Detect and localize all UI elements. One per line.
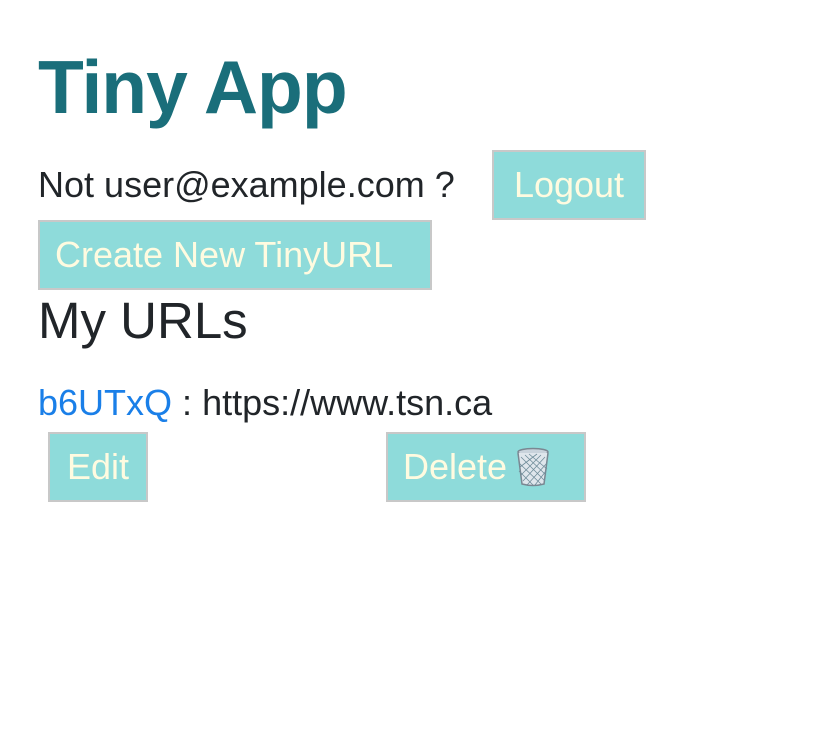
edit-button[interactable]: Edit <box>48 432 148 502</box>
short-url-link[interactable]: b6UTxQ <box>38 382 172 423</box>
long-url: https://www.tsn.ca <box>202 382 493 423</box>
url-list-item: b6UTxQ : https://www.tsn.ca <box>38 378 492 428</box>
section-title: My URLs <box>38 292 248 349</box>
create-tinyurl-button[interactable]: Create New TinyURL <box>38 220 432 290</box>
user-prefix: Not <box>38 164 95 205</box>
logout-button[interactable]: Logout <box>492 150 646 220</box>
user-email: user@example.com <box>104 164 425 205</box>
user-suffix: ? <box>434 164 455 205</box>
app-title: Tiny App <box>38 45 348 129</box>
url-separator: : <box>172 382 203 423</box>
trash-icon <box>515 447 551 487</box>
delete-label: Delete <box>403 446 508 487</box>
user-status-text: Not user@example.com ? <box>38 164 455 206</box>
delete-button[interactable]: Delete <box>386 432 586 502</box>
user-status: Not user@example.com ? <box>38 150 465 220</box>
